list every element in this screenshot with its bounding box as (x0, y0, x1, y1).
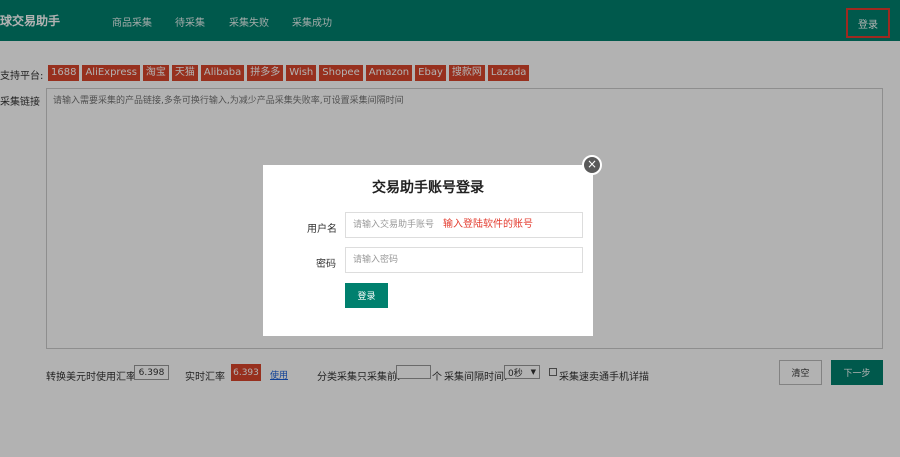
login-button[interactable]: 登录 (345, 283, 388, 308)
close-icon[interactable]: × (582, 155, 602, 175)
modal-title: 交易助手账号登录 (372, 180, 484, 196)
username-label: 用户名 (307, 224, 337, 235)
password-label: 密码 (316, 259, 336, 270)
username-hint: 输入登陆软件的账号 (443, 219, 533, 230)
password-input[interactable] (345, 247, 583, 273)
login-modal: 交易助手账号登录 用户名 输入登陆软件的账号 密码 登录 (263, 165, 593, 336)
